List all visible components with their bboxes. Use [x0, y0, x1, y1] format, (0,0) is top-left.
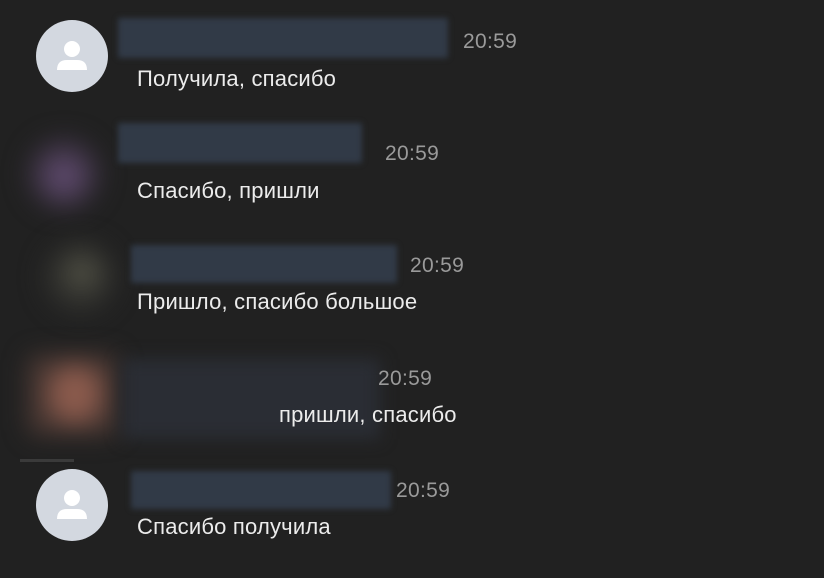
message-time: 20:59 — [385, 142, 440, 165]
message-text: пришли, спасибо — [279, 402, 457, 427]
sender-name-redacted — [131, 471, 391, 509]
avatar[interactable] — [36, 469, 108, 541]
message-item[interactable]: 20:59 Спасибо получила — [0, 455, 824, 578]
divider — [20, 459, 74, 462]
message-time: 20:59 — [463, 30, 518, 53]
message-item[interactable]: 20:59 пришли, спасибо — [0, 345, 824, 455]
message-text: Спасибо получила — [137, 514, 331, 539]
avatar-photo — [44, 156, 84, 196]
sender-name-redacted — [118, 18, 448, 58]
message-item[interactable]: 20:59 Пришло, спасибо большое — [0, 225, 824, 345]
avatar-photo — [48, 365, 102, 423]
message-time: 20:59 — [396, 479, 451, 502]
avatar[interactable] — [28, 355, 118, 435]
message-text: Получила, спасибо — [137, 66, 337, 91]
message-item[interactable]: 20:59 Спасибо, пришли — [0, 110, 824, 225]
avatar[interactable] — [36, 20, 108, 92]
avatar-photo — [64, 255, 100, 291]
sender-name-redacted — [118, 123, 362, 163]
person-icon — [57, 41, 87, 70]
message-text: Спасибо, пришли — [137, 178, 320, 203]
avatar[interactable] — [44, 241, 116, 313]
message-time: 20:59 — [378, 367, 433, 390]
sender-name-redacted — [131, 245, 397, 283]
person-icon — [57, 490, 87, 519]
message-time: 20:59 — [410, 254, 465, 277]
message-item[interactable]: 20:59 Получила, спасибо — [0, 0, 824, 110]
avatar[interactable] — [28, 138, 100, 210]
message-text: Пришло, спасибо большое — [137, 289, 418, 314]
